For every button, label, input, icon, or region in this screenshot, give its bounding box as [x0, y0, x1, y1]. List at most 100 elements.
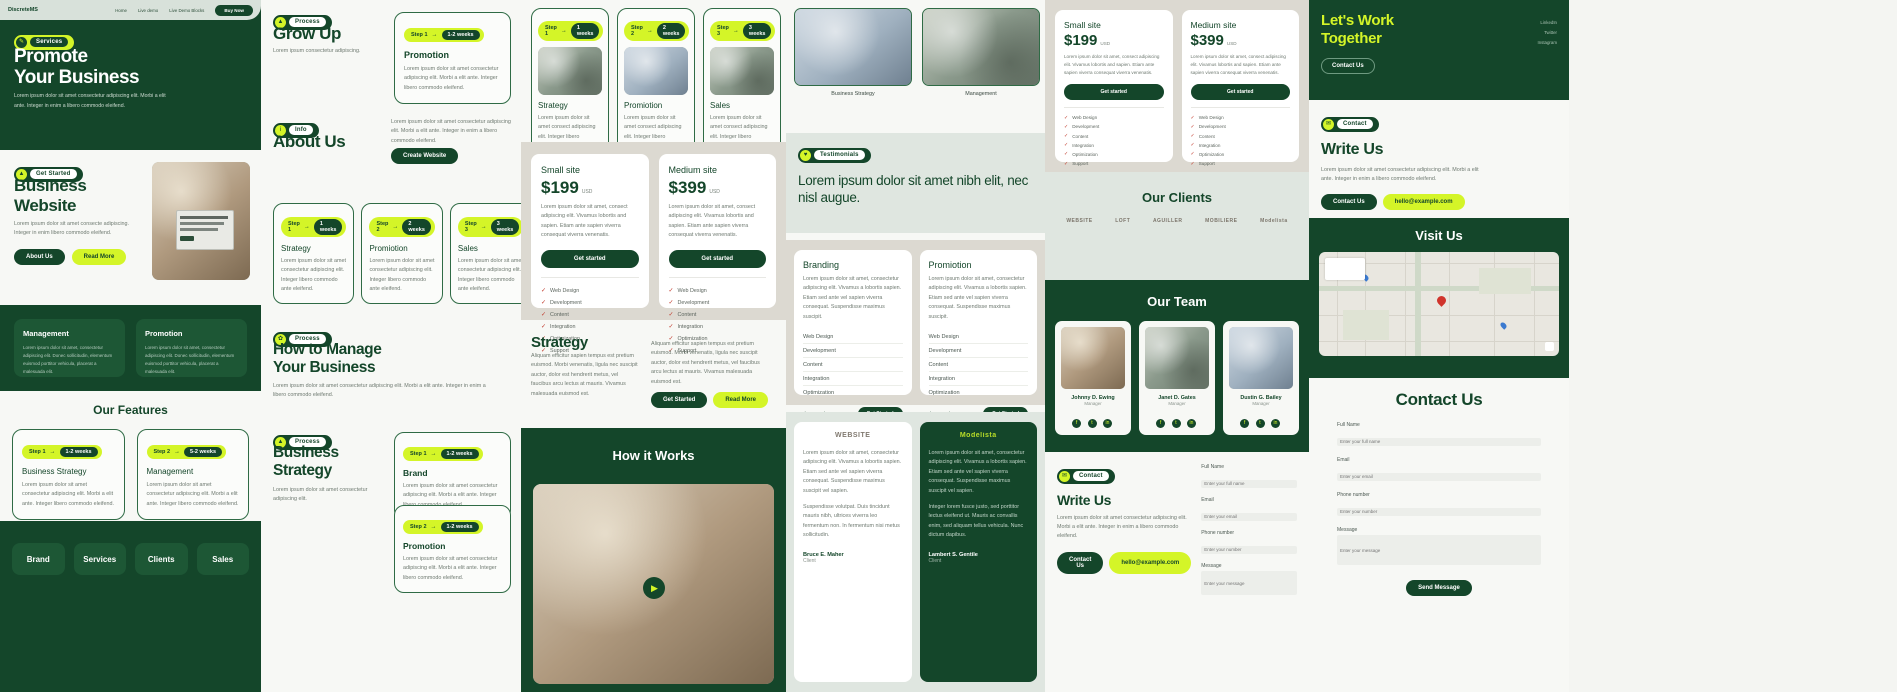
step-image-card-title: Strategy: [538, 101, 568, 110]
review-brand-logo: Modelista: [959, 432, 997, 439]
email-button[interactable]: hello@example.com: [1109, 551, 1192, 574]
grow-up-card[interactable]: Step 1 → 1-2 weeks Promotion Lorem ipsum…: [394, 12, 511, 105]
how-to-manage-title: How to Manage Your Business: [273, 341, 382, 377]
grow-up-title: Grow Up: [273, 24, 342, 43]
message-input[interactable]: [1337, 535, 1541, 565]
arrow-icon: →: [431, 32, 438, 38]
phone-input[interactable]: [1201, 545, 1297, 554]
column-2: ▲ Process Grow Up Lorem ipsum consectetu…: [261, 0, 521, 692]
map[interactable]: [1319, 252, 1559, 356]
plan-feature: ✓ Development: [668, 299, 710, 307]
linkedin-icon[interactable]: in: [1102, 418, 1112, 428]
get-started-button[interactable]: Get started: [1190, 84, 1290, 101]
linkedin-icon[interactable]: in: [1186, 418, 1196, 428]
contact-us-button[interactable]: Contact Us: [1057, 551, 1104, 574]
step-image-card[interactable]: Step 1 → 1 weeks Strategy Lorem ipsum do…: [531, 8, 609, 160]
dark-card-title: Promotion: [145, 329, 183, 338]
contact-us-button[interactable]: Contact Us: [1321, 58, 1375, 74]
card-photo: [624, 47, 688, 95]
step-image-card[interactable]: Step 2 → 2 weeks Promiotion Lorem ipsum …: [617, 8, 695, 160]
step-card-title: Promiotion: [369, 244, 408, 253]
check-icon: ✓: [1190, 151, 1195, 158]
nav-item-live-demo-blocks[interactable]: Live Demo Blocks: [169, 8, 204, 13]
linkedin-icon[interactable]: in: [1270, 418, 1280, 428]
step-card[interactable]: Step 3 → 3 weeks Sales Lorem ipsum dolor…: [449, 203, 521, 304]
plan-price: $199: [1064, 32, 1098, 49]
map-zoom-control[interactable]: [1545, 342, 1554, 351]
form-field: Full Name: [1337, 422, 1541, 448]
promotion-card[interactable]: Step 2 → 1-2 weeks Promotion Lorem ipsum…: [394, 505, 511, 594]
photo: [922, 8, 1040, 86]
write-us-paragraph: Lorem ipsum dolor sit amet consectetur a…: [1321, 166, 1479, 182]
read-more-button[interactable]: Read More: [713, 392, 769, 408]
plan-feature: ✓ Optimization: [1064, 151, 1098, 158]
plan-feature: ✓ Integration: [1064, 142, 1094, 149]
get-started-button[interactable]: Get Started: [651, 392, 708, 408]
email-button[interactable]: hello@example.com: [1382, 194, 1465, 211]
contact-badge: ✉ Contact: [1321, 116, 1379, 132]
twitter-icon[interactable]: t: [1171, 418, 1181, 428]
contact-us-button[interactable]: Contact Us: [1321, 194, 1377, 211]
step-image-card-title: Sales: [710, 101, 731, 110]
email-input[interactable]: [1337, 472, 1541, 481]
full-name-input[interactable]: [1337, 437, 1541, 446]
grow-up-paragraph: Lorem ipsum consectetur adipiscing.: [273, 48, 361, 54]
nav-item-live-demo[interactable]: Live demo: [138, 8, 158, 13]
contact-badge: ✉ Contact: [1057, 468, 1115, 484]
message-input[interactable]: [1201, 571, 1297, 595]
facebook-icon[interactable]: f: [1240, 418, 1250, 428]
plan-name: Medium site: [1190, 20, 1237, 30]
business-website-photo: [152, 162, 250, 280]
facebook-icon[interactable]: f: [1156, 418, 1166, 428]
step-image-card[interactable]: Step 3 → 3 weeks Sales Lorem ipsum dolor…: [703, 8, 781, 160]
check-icon: ✓: [1190, 123, 1195, 130]
nav-item-home[interactable]: Home: [115, 8, 127, 13]
create-website-button[interactable]: Create Website: [391, 148, 459, 164]
pricing-card: Small site $199 USD Lorem ipsum dolor si…: [531, 154, 649, 354]
get-started-button[interactable]: Get started: [668, 249, 766, 268]
send-message-button[interactable]: Send Message: [1406, 580, 1472, 596]
tab-brand[interactable]: Brand: [12, 543, 65, 575]
step-pill: Step 2 → 1-2 weeks: [403, 520, 483, 534]
plan-currency: USD: [1226, 41, 1237, 46]
step-card-title: Sales: [457, 244, 478, 253]
review-card: Modelista Lorem ipsum dolor sit amet, co…: [919, 422, 1037, 682]
phone-input[interactable]: [1337, 507, 1541, 516]
facebook-icon[interactable]: f: [1072, 418, 1082, 428]
plan-feature: ✓ Development: [541, 299, 582, 307]
arrow-icon: →: [430, 451, 437, 457]
check-icon: ✓: [1064, 151, 1069, 158]
get-started-button[interactable]: Get started: [1064, 84, 1164, 101]
full-name-input[interactable]: [1201, 479, 1297, 488]
link-twitter[interactable]: Twitter: [1537, 30, 1557, 35]
buy-now-button[interactable]: Buy Now: [215, 4, 253, 16]
read-more-button[interactable]: Read More: [71, 249, 127, 265]
how-it-works-video[interactable]: ▶: [533, 484, 774, 684]
email-input[interactable]: [1201, 512, 1297, 521]
play-button[interactable]: ▶: [642, 577, 665, 599]
tab-services[interactable]: Services: [73, 543, 126, 575]
twitter-icon[interactable]: t: [1087, 418, 1097, 428]
navbar: DiscreteMS Home Live demo Live Demo Bloc…: [0, 0, 261, 20]
member-socials: f t in: [1061, 411, 1125, 429]
about-us-button[interactable]: About Us: [14, 249, 65, 265]
feature-card[interactable]: Step 2 → 5-2 weeks Management Lorem ipsu…: [136, 429, 249, 521]
tab-clients[interactable]: Clients: [135, 543, 188, 575]
link-instagram[interactable]: Instagram: [1537, 40, 1557, 45]
tab-sales[interactable]: Sales: [196, 543, 249, 575]
strategy-paragraph-left: Aliquam efficitur sapien tempus est pret…: [531, 353, 638, 397]
twitter-icon[interactable]: t: [1255, 418, 1265, 428]
link-linkedin[interactable]: LinkedIn: [1537, 20, 1557, 25]
step-card[interactable]: Step 1 → 1 weeks Strategy Lorem ipsum do…: [273, 203, 355, 304]
dark-card: Management Lorem ipsum dolor sit amet, c…: [14, 319, 125, 377]
plan-price: $399: [1190, 32, 1224, 49]
feature-card[interactable]: Step 1 → 1-2 weeks Business Strategy Lor…: [12, 429, 125, 521]
step-card[interactable]: Step 2 → 2 weeks Promiotion Lorem ipsum …: [361, 203, 443, 304]
pricing-card: Medium site $399 USD Lorem ipsum dolor s…: [658, 154, 776, 354]
business-website-paragraph: Lorem ipsum dolor sit amet consecte adip…: [14, 221, 130, 237]
business-website-actions: About Us Read More: [14, 249, 127, 265]
form-field: Message: [1337, 527, 1541, 565]
brand-card-title: Brand: [403, 468, 428, 478]
get-started-button[interactable]: Get started: [541, 249, 639, 268]
feature-card-text: Lorem ipsum dolor sit amet consectetur a…: [146, 482, 239, 507]
